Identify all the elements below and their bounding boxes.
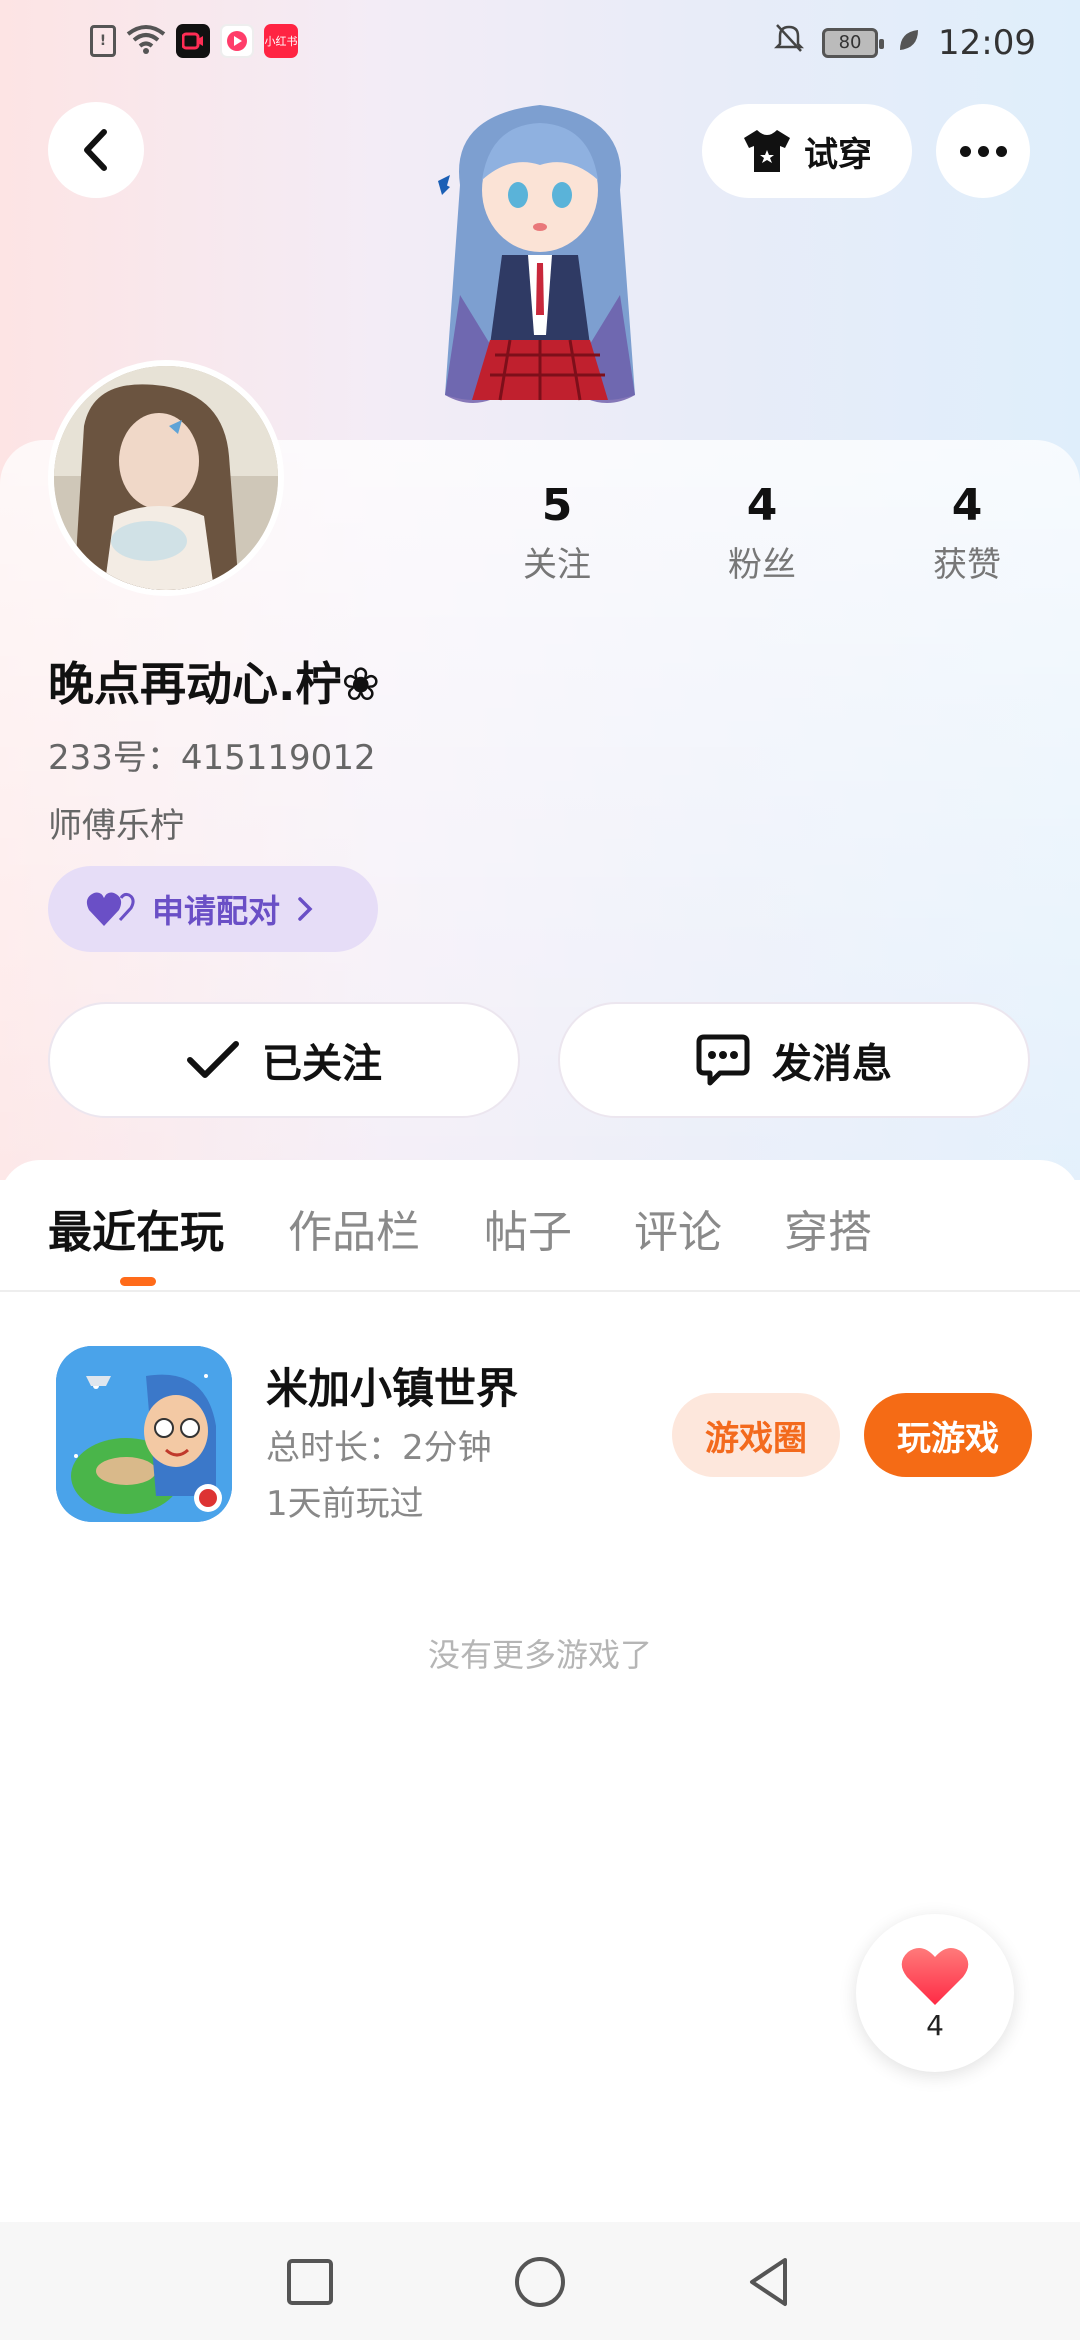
check-icon — [187, 1041, 239, 1078]
profile-bio: 师傅乐柠 — [48, 806, 184, 846]
following-button[interactable]: 已关注 — [48, 1002, 520, 1118]
xiaohongshu-app-icon: 小红书 — [264, 24, 298, 58]
chat-bubble-icon — [696, 1034, 750, 1086]
active-tab-indicator — [120, 1277, 156, 1286]
chevron-right-icon — [298, 897, 313, 921]
chevron-left-icon — [84, 129, 107, 171]
list-end-message: 没有更多游戏了 — [427, 1636, 652, 1674]
stat-value: 4 — [951, 480, 983, 531]
leaf-icon — [896, 23, 920, 63]
status-bar: ! 小红书 80 12:09 — [0, 0, 1080, 90]
bell-muted-icon — [773, 22, 805, 63]
game-last-played: 1天前玩过 — [266, 1484, 424, 1524]
wifi-icon — [126, 24, 166, 58]
tab-outfits[interactable]: 穿搭 — [784, 1196, 872, 1260]
tab-comments[interactable]: 评论 — [634, 1196, 722, 1260]
heart-icon — [901, 1947, 969, 2005]
request-pair-button[interactable]: 申请配对 — [48, 866, 378, 952]
sim-alert-icon: ! — [90, 25, 116, 57]
battery-indicator: 80 — [822, 27, 885, 58]
profile-tabs: 最近在玩 作品栏 帖子 评论 穿搭 — [0, 1160, 1080, 1292]
more-dot-icon — [959, 145, 971, 157]
request-pair-label: 申请配对 — [152, 892, 281, 930]
tab-recently-played[interactable]: 最近在玩 — [48, 1196, 224, 1260]
send-message-label: 发消息 — [772, 1041, 892, 1087]
more-options-button[interactable] — [936, 104, 1030, 198]
stat-label: 粉丝 — [728, 545, 796, 585]
square-icon — [287, 2259, 333, 2305]
send-message-button[interactable]: 发消息 — [558, 1002, 1030, 1118]
record-app-icon — [176, 24, 210, 58]
stat-label: 关注 — [523, 545, 591, 585]
game-icon[interactable] — [56, 1346, 232, 1522]
system-navigation-bar — [0, 2222, 1080, 2340]
game-title[interactable]: 米加小镇世界 — [266, 1355, 518, 1416]
stat-likes[interactable]: 4 获赞 — [887, 480, 1047, 586]
stat-value: 5 — [541, 480, 573, 531]
avatar-character-illustration[interactable] — [420, 95, 660, 440]
status-bar-system-icons: 80 12:09 — [773, 22, 1036, 63]
home-button[interactable] — [510, 2252, 570, 2312]
clock: 12:09 — [938, 22, 1036, 63]
more-dot-icon — [995, 145, 1007, 157]
like-count: 4 — [926, 2008, 944, 2042]
video-app-icon — [220, 24, 254, 58]
tshirt-icon — [744, 130, 790, 172]
profile-uid[interactable]: 233号：415119012 — [48, 730, 376, 779]
recent-apps-button[interactable] — [280, 2252, 340, 2312]
tab-posts[interactable]: 帖子 — [484, 1196, 572, 1260]
like-button[interactable]: 4 — [856, 1914, 1014, 2072]
stat-value: 4 — [746, 480, 778, 531]
play-game-button[interactable]: 玩游戏 — [864, 1393, 1032, 1477]
try-on-label: 试穿 — [804, 134, 872, 175]
more-dot-icon — [977, 145, 989, 157]
status-bar-notification-icons: ! 小红书 — [90, 24, 298, 58]
stat-label: 获赞 — [933, 545, 1001, 585]
double-heart-icon — [86, 892, 135, 926]
try-on-button[interactable]: 试穿 — [702, 104, 912, 198]
triangle-back-icon — [750, 2258, 787, 2306]
game-total-duration: 总时长：2分钟 — [266, 1428, 492, 1468]
profile-avatar[interactable] — [48, 360, 284, 596]
following-label: 已关注 — [262, 1041, 382, 1087]
stat-followers[interactable]: 4 粉丝 — [682, 480, 842, 586]
back-button[interactable] — [48, 102, 144, 198]
tab-works[interactable]: 作品栏 — [288, 1196, 420, 1260]
circle-icon — [515, 2257, 565, 2307]
game-circle-button[interactable]: 游戏圈 — [672, 1393, 840, 1477]
stat-following[interactable]: 5 关注 — [477, 480, 637, 586]
profile-nickname: 晚点再动心.柠❀ — [48, 657, 381, 711]
system-back-button[interactable] — [740, 2252, 800, 2312]
